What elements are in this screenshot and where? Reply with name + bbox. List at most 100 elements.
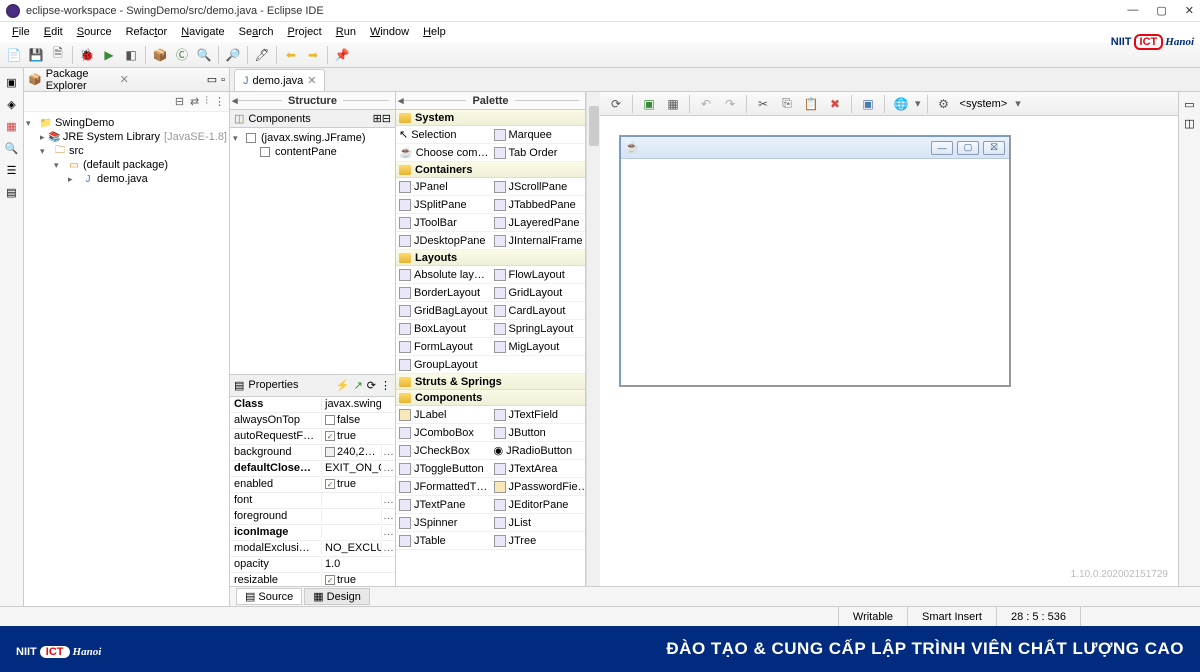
tab-source[interactable]: ▤Source [236,588,302,605]
palette-jtextpane[interactable]: JTextPane [396,496,491,514]
menu-edit[interactable]: Edit [38,24,69,40]
palette-jbutton[interactable]: JButton [491,424,586,442]
new-package-icon[interactable]: 📦 [150,45,170,65]
package-node[interactable]: ▾▭(default package) [26,158,227,172]
palette-jlayeredpane[interactable]: JLayeredPane [491,214,586,232]
copy-icon[interactable]: ⎘ [777,94,797,114]
palette-jlabel[interactable]: JLabel [396,406,491,424]
palette-selection[interactable]: ↖Selection [396,126,491,144]
palette-jtextfield[interactable]: JTextField [491,406,586,424]
maximize-button[interactable]: ▢ [1156,4,1166,17]
menu-run[interactable]: Run [330,24,362,40]
search-icon[interactable]: 🔎 [223,45,243,65]
cat-components[interactable]: Components [396,390,585,406]
expand-icon[interactable]: ⊞ [373,112,382,125]
restore-icon[interactable]: ⟳ [367,379,376,392]
palette-jtextarea[interactable]: JTextArea [491,460,586,478]
minimize-button[interactable]: — [1127,4,1138,17]
palette-jtogglebutton[interactable]: JToggleButton [396,460,491,478]
cat-system[interactable]: System [396,110,585,126]
palette-absolute[interactable]: Absolute lay… [396,266,491,284]
contentpane-node[interactable]: contentPane [233,145,392,159]
gear-icon[interactable]: ⚙ [934,94,954,114]
palette-grouplayout[interactable]: GroupLayout [396,356,585,374]
project-node[interactable]: ▾📁SwingDemo [26,116,227,130]
restore-view-icon[interactable]: ▭ [1184,98,1194,111]
palette-jpasswordfield[interactable]: JPasswordFie… [491,478,586,496]
breakpoint-icon[interactable]: ◈ [4,96,20,112]
palette-taborder[interactable]: Tab Order [491,144,586,162]
menu-search[interactable]: Search [233,24,280,40]
palette-jtoolbar[interactable]: JToolBar [396,214,491,232]
prop-row[interactable]: alwaysOnTopfalse [230,413,395,429]
outline-right-icon[interactable]: ◫ [1184,117,1194,130]
menu-navigate[interactable]: Navigate [175,24,230,40]
search-side-icon[interactable]: 🔍 [4,140,20,156]
menu-source[interactable]: Source [71,24,118,40]
frame-minimize-icon[interactable]: — [931,141,953,155]
palette-boxlayout[interactable]: BoxLayout [396,320,491,338]
palette-jsplitpane[interactable]: JSplitPane [396,196,491,214]
test-icon[interactable]: ▣ [639,94,659,114]
palette-jlist[interactable]: JList [491,514,586,532]
frame-maximize-icon[interactable]: ▢ [957,141,979,155]
editor-tab[interactable]: J demo.java ✕ [234,69,325,91]
system-laf[interactable]: <system> [960,98,1008,110]
palette-jscrollpane[interactable]: JScrollPane [491,178,586,196]
palette-jtabbedpane[interactable]: JTabbedPane [491,196,586,214]
palette-scrollbar[interactable] [586,92,600,586]
prop-row[interactable]: defaultClose…EXIT_ON_C…… [230,461,395,477]
cat-layouts[interactable]: Layouts [396,250,585,266]
preview-icon[interactable]: ▣ [858,94,878,114]
palette-formlayout[interactable]: FormLayout [396,338,491,356]
filter-icon[interactable]: ⫶ [205,95,208,108]
prop-row[interactable]: resizable✓true [230,573,395,587]
palette-jformattedtextfield[interactable]: JFormattedT… [396,478,491,496]
show-advanced-icon[interactable]: ⋮ [380,379,391,392]
menu-file[interactable]: File [6,24,36,40]
palette-jeditorpane[interactable]: JEditorPane [491,496,586,514]
palette-choose[interactable]: ☕Choose com… [396,144,491,162]
menu-window[interactable]: Window [364,24,415,40]
menu-help[interactable]: Help [417,24,452,40]
undo-icon[interactable]: ↶ [696,94,716,114]
link-editor-icon[interactable]: ⇄ [190,95,199,108]
design-canvas[interactable]: ☕ — ▢ ⛝ 1.10.0.202002151729 [600,116,1178,586]
close-button[interactable]: ✕ [1185,4,1194,17]
prop-row[interactable]: autoRequestF…✓true [230,429,395,445]
goto-def-icon[interactable]: ↗ [354,379,363,392]
cat-struts[interactable]: Struts & Springs [396,374,585,390]
palette-jdesktoppane[interactable]: JDesktopPane [396,232,491,250]
palette-borderlayout[interactable]: BorderLayout [396,284,491,302]
prop-row[interactable]: opacity1.0 [230,557,395,573]
paste-icon[interactable]: 📋 [801,94,821,114]
palette-gridlayout[interactable]: GridLayout [491,284,586,302]
jframe-node[interactable]: ▾(javax.swing.JFrame) [233,131,392,145]
palette-cardlayout[interactable]: CardLayout [491,302,586,320]
palette-flowlayout[interactable]: FlowLayout [491,266,586,284]
palette-jcombobox[interactable]: JComboBox [396,424,491,442]
prop-row[interactable]: foreground… [230,509,395,525]
prop-row[interactable]: font… [230,493,395,509]
externalize-icon[interactable]: ▦ [663,94,683,114]
pin-icon[interactable]: 📌 [332,45,352,65]
palette-miglayout[interactable]: MigLayout [491,338,586,356]
reparse-icon[interactable]: ⟳ [606,94,626,114]
back-icon[interactable]: ⬅ [281,45,301,65]
globe-icon[interactable]: 🌐 [891,94,911,114]
prop-row[interactable]: modalExclusi…NO_EXCLU…… [230,541,395,557]
run-icon[interactable]: ▶ [99,45,119,65]
palette-gridbaglayout[interactable]: GridBagLayout [396,302,491,320]
bookmark-icon[interactable]: ▤ [4,184,20,200]
outline-icon[interactable]: ☰ [4,162,20,178]
tab-design[interactable]: ▦Design [304,588,370,605]
save-all-icon[interactable]: 🗎 [48,45,68,65]
java-file-node[interactable]: ▸Jdemo.java [26,172,227,186]
delete-icon[interactable]: ✖ [825,94,845,114]
debug-icon[interactable]: 🐞 [77,45,97,65]
palette-marquee[interactable]: Marquee [491,126,586,144]
collapse-icon[interactable]: ⊟ [382,112,391,125]
menu-refactor[interactable]: Refactor [120,24,174,40]
prop-row[interactable]: enabled✓true [230,477,395,493]
prop-row[interactable]: iconImage… [230,525,395,541]
